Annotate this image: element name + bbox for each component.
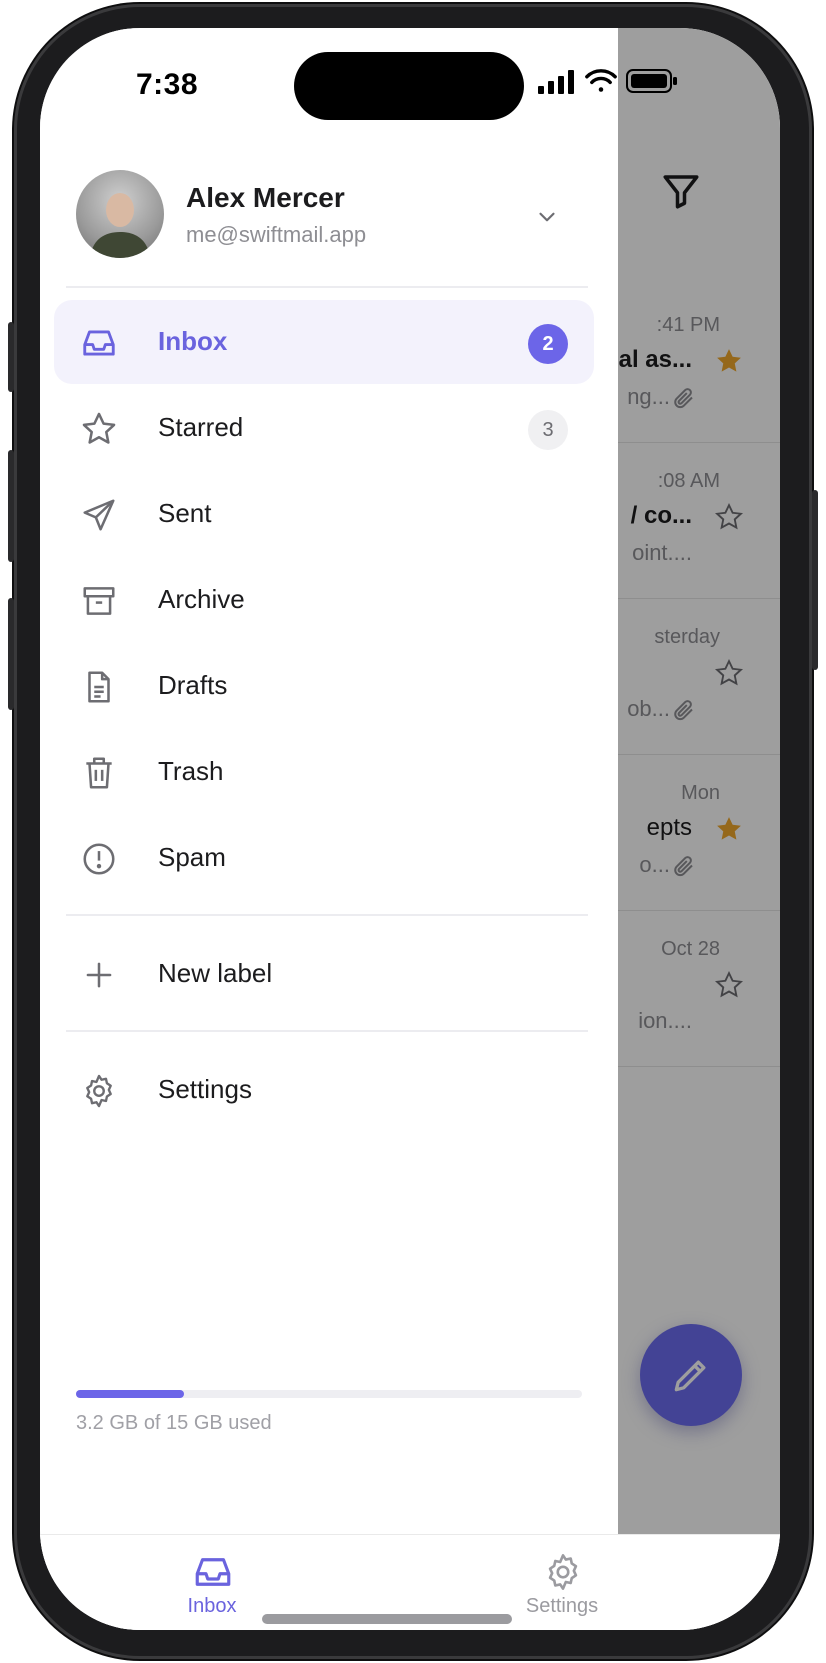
nav-label: Drafts [158,670,228,700]
divider [66,914,588,916]
account-name: Alex Mercer [186,182,345,213]
new-label-button[interactable]: New label [54,932,594,1016]
storage-usage-text: 3.2 GB of 15 GB used [76,1412,272,1434]
nav-item-trash[interactable]: Trash [54,730,594,814]
unread-count-badge: 2 [528,324,568,364]
avatar[interactable] [76,170,164,258]
battery-icon [626,69,677,93]
document-icon [88,671,110,703]
home-indicator [262,1614,512,1624]
nav-item-starred[interactable]: Starred 3 [54,386,594,470]
gear-icon [86,1074,112,1108]
nav-item-settings[interactable]: Settings [54,1048,594,1132]
tab-inbox[interactable]: Inbox [152,1545,272,1625]
trash-icon [86,757,112,789]
divider [66,286,588,288]
storage-progress-fill [76,1390,184,1398]
tab-label: Settings [525,1595,599,1617]
avatar-person-image [90,193,150,258]
nav-item-sent[interactable]: Sent [54,472,594,556]
plus-icon [86,962,112,988]
cellular-signal-icon [538,70,574,94]
nav-label: Settings [158,1074,252,1104]
nav-label: Trash [158,756,224,786]
nav-label: Archive [158,584,245,614]
inbox-icon [83,330,115,356]
chevron-down-icon[interactable] [534,204,560,230]
volume-down-button [8,598,14,710]
alert-circle-icon [83,843,115,875]
power-button [812,490,818,670]
nav-item-drafts[interactable]: Drafts [54,644,594,728]
star-icon [82,412,116,444]
archive-icon [83,587,115,615]
volume-up-button [8,450,14,562]
dynamic-island [294,52,524,120]
nav-label: Inbox [158,326,228,356]
nav-label: Sent [158,498,212,528]
wifi-icon [585,69,617,92]
divider [66,1030,588,1032]
screen: :41 PM al as... ng... :08 AM / co... oin… [40,28,780,1630]
status-time: 7:38 [136,68,199,101]
tab-settings[interactable]: Settings [502,1545,622,1625]
nav-label: Starred [158,412,244,442]
action-button [8,322,14,392]
storage-progress-bar [76,1390,582,1398]
nav-label: New label [158,958,273,988]
inbox-icon [195,1558,231,1586]
count-badge: 3 [528,410,568,450]
navigation-drawer: 7:38 Alex Mercer me@swiftmail.app Inbox … [40,28,618,1534]
nav-label: Spam [158,842,226,872]
nav-item-archive[interactable]: Archive [54,558,594,642]
nav-item-spam[interactable]: Spam [54,816,594,900]
account-email: me@swiftmail.app [186,222,367,247]
nav-item-inbox[interactable]: Inbox 2 [54,300,594,384]
gear-icon [548,1554,578,1590]
send-icon [83,499,115,531]
tab-label: Inbox [187,1595,237,1617]
